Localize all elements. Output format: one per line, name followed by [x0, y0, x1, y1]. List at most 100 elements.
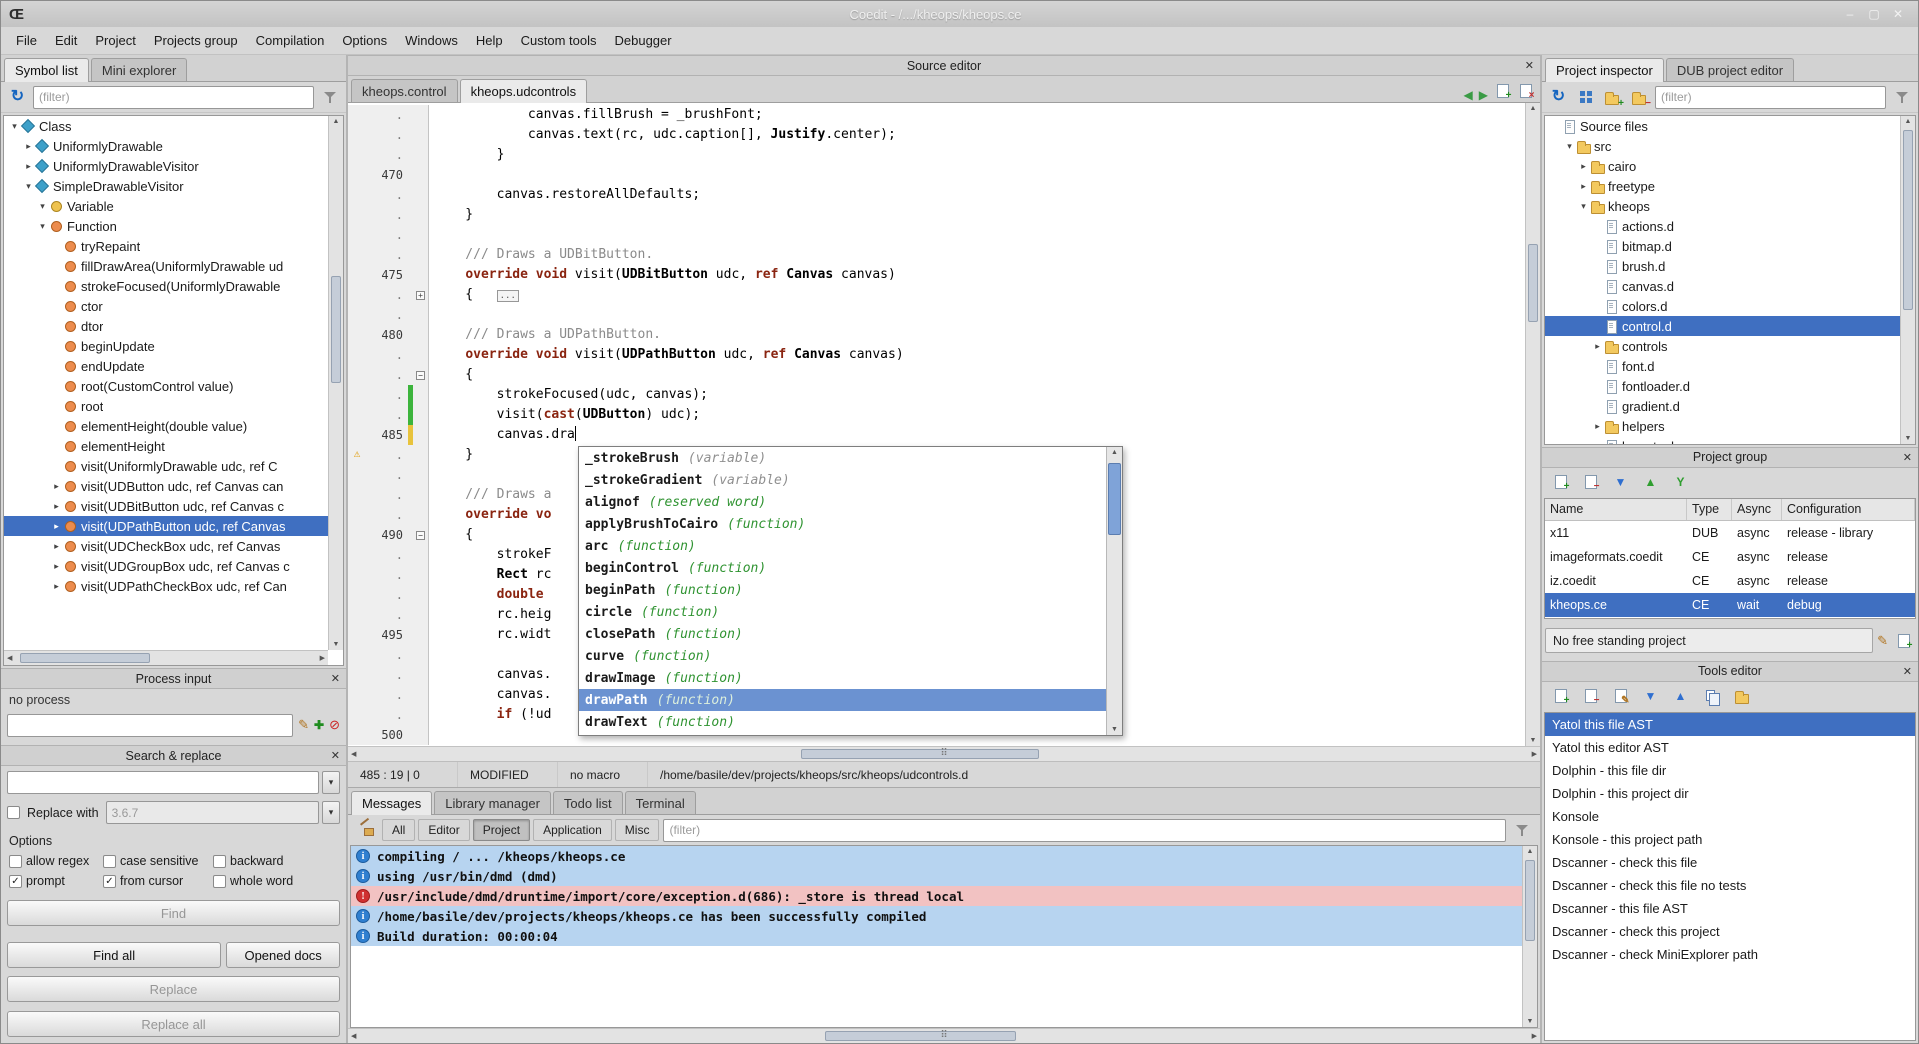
close-editor-panel-icon[interactable]: ✕ — [1525, 59, 1534, 72]
tree-item[interactable]: fillDrawArea(UniformlyDrawable ud — [4, 256, 328, 276]
tree-item[interactable]: ▸helpers — [1545, 416, 1900, 436]
code-line[interactable]: . canvas.restoreAllDefaults; — [348, 185, 1525, 205]
scroll-up-icon[interactable]: ▲ — [1111, 449, 1118, 456]
completion-item[interactable]: _strokeBrush(variable) — [579, 447, 1106, 469]
menu-options[interactable]: Options — [333, 28, 396, 53]
tree-item[interactable]: bitmap.d — [1545, 236, 1900, 256]
minimize-button[interactable]: – — [1838, 7, 1862, 21]
message-row[interactable]: icompiling / ... /kheops/kheops.ce — [351, 846, 1522, 866]
search-input[interactable] — [7, 771, 319, 794]
replace-input[interactable] — [106, 801, 319, 824]
filter-misc-button[interactable]: Misc — [615, 819, 660, 841]
add-tool-icon[interactable]: + — [1549, 684, 1572, 707]
project-tree-vscrollbar[interactable]: ▲ ▼ — [1900, 116, 1915, 444]
tab-kheops-udcontrols[interactable]: kheops.udcontrols — [460, 79, 588, 103]
code-line[interactable]: 470 — [348, 165, 1525, 185]
tree-item[interactable]: dtor — [4, 316, 328, 336]
move-project-up-icon[interactable]: ▲ — [1639, 470, 1662, 493]
close-tools-editor-icon[interactable]: ✕ — [1903, 665, 1912, 678]
menu-file[interactable]: File — [7, 28, 46, 53]
expand-arrow-icon[interactable]: ▸ — [1577, 181, 1590, 192]
completion-scrollbar[interactable]: ▲ ▼ — [1106, 447, 1122, 735]
tree-item[interactable]: ▸freetype — [1545, 176, 1900, 196]
previous-document-icon[interactable]: ◀ — [1461, 88, 1476, 102]
message-row[interactable]: iBuild duration: 00:00:04 — [351, 926, 1522, 946]
editor-hscrollbar[interactable]: ◀ ⠿ ▶ — [348, 746, 1540, 761]
tree-item[interactable]: ▾Function — [4, 216, 328, 236]
expand-arrow-icon[interactable]: ▸ — [50, 541, 63, 552]
move-tool-down-icon[interactable]: ▼ — [1639, 684, 1662, 707]
scroll-down-icon[interactable]: ▼ — [333, 641, 340, 648]
collapse-arrow-icon[interactable]: ▾ — [1563, 141, 1576, 152]
completion-item[interactable]: drawPath(function) — [579, 689, 1106, 711]
code-line[interactable]: . visit(cast(UDButton) udc); — [348, 405, 1525, 425]
move-tool-up-icon[interactable]: ▲ — [1669, 684, 1692, 707]
tool-item[interactable]: Yatol this editor AST — [1545, 736, 1915, 759]
tree-item[interactable]: ctor — [4, 296, 328, 316]
code-line[interactable]: . — [348, 305, 1525, 325]
close-process-panel-icon[interactable]: ✕ — [331, 672, 340, 685]
filter-editor-button[interactable]: Editor — [418, 819, 469, 841]
symbol-tree-hscrollbar[interactable]: ◀ ▶ — [4, 650, 328, 665]
completion-item[interactable]: alignof(reserved word) — [579, 491, 1106, 513]
message-row[interactable]: !/usr/include/dmd/druntime/import/core/e… — [351, 886, 1522, 906]
filter-all-button[interactable]: All — [382, 819, 415, 841]
code-line[interactable]: . override void visit(UDPathButton udc, … — [348, 345, 1525, 365]
tree-item[interactable]: root(CustomControl value) — [4, 376, 328, 396]
async-mode-icon[interactable]: Y — [1669, 470, 1692, 493]
code-line[interactable]: 485 canvas.dra — [348, 425, 1525, 445]
tool-item[interactable]: Konsole - this project path — [1545, 828, 1915, 851]
collapse-arrow-icon[interactable]: ▾ — [36, 201, 49, 212]
scroll-down-icon[interactable]: ▼ — [1530, 737, 1537, 744]
completion-item[interactable]: curve(function) — [579, 645, 1106, 667]
find-button[interactable]: Find — [7, 900, 340, 926]
expand-arrow-icon[interactable]: ▸ — [1577, 161, 1590, 172]
collapse-arrow-icon[interactable]: ▾ — [8, 121, 21, 132]
clear-messages-icon[interactable] — [355, 819, 378, 842]
code-line[interactable]: . canvas.text(rc, udc.caption[], Justify… — [348, 125, 1525, 145]
expand-arrow-icon[interactable]: ▸ — [22, 141, 35, 152]
menu-custom-tools[interactable]: Custom tools — [512, 28, 606, 53]
scroll-down-icon[interactable]: ▼ — [1905, 435, 1912, 442]
add-folder-icon[interactable]: + — [1601, 86, 1624, 109]
tree-item[interactable]: Source files — [1545, 116, 1900, 136]
next-document-icon[interactable]: ▶ — [1476, 88, 1491, 102]
checkbox-from-cursor[interactable]: ✓from cursor — [103, 874, 213, 888]
tree-item[interactable]: ▸visit(UDGroupBox udc, ref Canvas c — [4, 556, 328, 576]
tree-item[interactable]: ▾Variable — [4, 196, 328, 216]
fold-gutter[interactable]: − — [413, 525, 429, 545]
tree-item[interactable]: ▸visit(UDPathButton udc, ref Canvas — [4, 516, 328, 536]
scroll-left-icon[interactable]: ◀ — [7, 654, 12, 662]
scroll-thumb[interactable] — [825, 1031, 1016, 1041]
completion-item[interactable]: drawText(function) — [579, 711, 1106, 733]
menu-projects-group[interactable]: Projects group — [145, 28, 247, 53]
remove-project-icon[interactable]: − — [1579, 470, 1602, 493]
pen-icon[interactable]: ✎ — [298, 717, 309, 733]
code-line[interactable]: .− { — [348, 365, 1525, 385]
tool-item[interactable]: Dscanner - check MiniExplorer path — [1545, 943, 1915, 966]
remove-folder-icon[interactable]: − — [1628, 86, 1651, 109]
close-document-icon[interactable]: × — [1514, 79, 1537, 102]
splitter-grip[interactable]: ⠿ — [940, 1030, 947, 1041]
completion-item[interactable]: beginPath(function) — [579, 579, 1106, 601]
tool-item[interactable]: Dolphin - this project dir — [1545, 782, 1915, 805]
expand-arrow-icon[interactable]: ▸ — [50, 501, 63, 512]
remove-tool-icon[interactable]: − — [1579, 684, 1602, 707]
menu-help[interactable]: Help — [467, 28, 512, 53]
tab-mini-explorer[interactable]: Mini explorer — [91, 58, 187, 81]
process-input-field[interactable] — [7, 714, 293, 737]
column-type[interactable]: Type — [1687, 499, 1732, 520]
messages-vscrollbar[interactable]: ▲ ▼ — [1522, 846, 1537, 1027]
scroll-left-icon[interactable]: ◀ — [351, 750, 356, 758]
menu-project[interactable]: Project — [86, 28, 144, 53]
find-all-button[interactable]: Find all — [7, 942, 221, 968]
replace-with-checkbox[interactable] — [7, 806, 20, 819]
scroll-down-icon[interactable]: ▼ — [1111, 726, 1118, 733]
expand-arrow-icon[interactable]: ▸ — [50, 581, 63, 592]
expand-arrow-icon[interactable]: ▸ — [50, 481, 63, 492]
message-row[interactable]: iusing /usr/bin/dmd (dmd) — [351, 866, 1522, 886]
opened-docs-button[interactable]: Opened docs — [226, 942, 340, 968]
expand-arrow-icon[interactable]: ▸ — [50, 521, 63, 532]
replace-button[interactable]: Replace — [7, 976, 340, 1002]
tab-terminal[interactable]: Terminal — [625, 791, 696, 814]
